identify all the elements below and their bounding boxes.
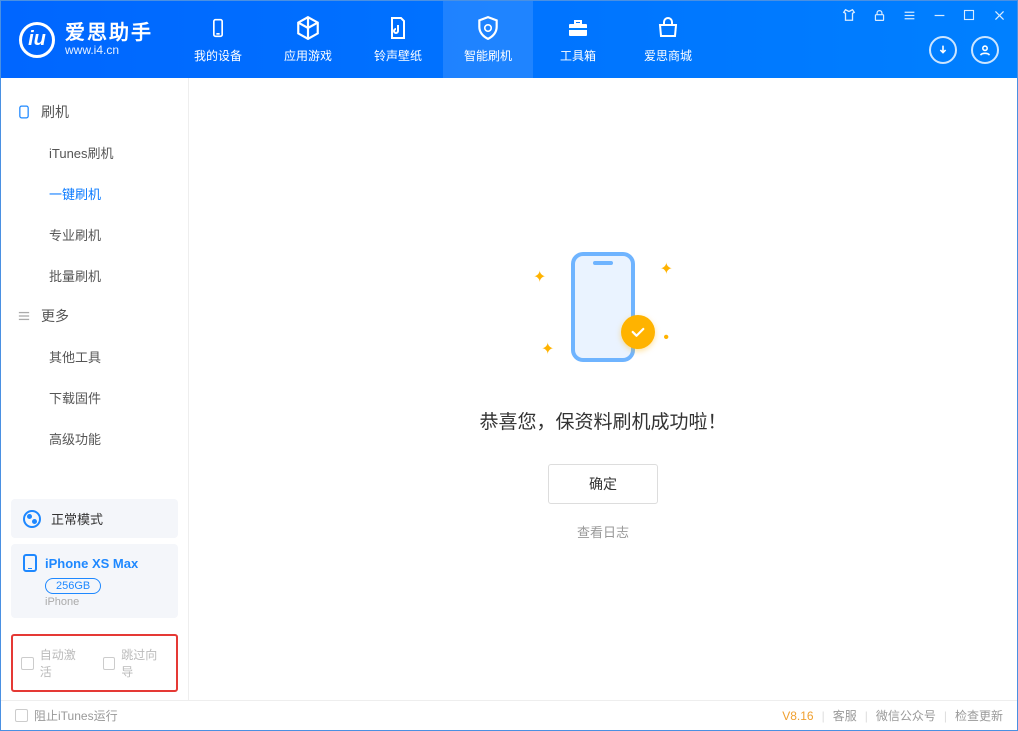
sidebar-item-oneclick-flash[interactable]: 一键刷机: [1, 173, 188, 214]
device-type: iPhone: [45, 596, 166, 608]
sidebar-item-pro-flash[interactable]: 专业刷机: [1, 214, 188, 255]
device-phone-icon: [23, 554, 37, 572]
nav-ringtone-wallpaper[interactable]: 铃声壁纸: [353, 1, 443, 78]
sidebar-item-batch-flash[interactable]: 批量刷机: [1, 255, 188, 296]
version-label: V8.16: [782, 709, 813, 723]
shirt-icon[interactable]: [841, 7, 857, 23]
list-icon: [17, 309, 31, 323]
phone-small-icon: [17, 105, 31, 119]
logo-icon: iu: [19, 22, 55, 58]
nav-smart-flash[interactable]: 智能刷机: [443, 1, 533, 78]
sparkle-icon: •: [663, 329, 669, 347]
mode-label: 正常模式: [51, 509, 103, 528]
lock-icon[interactable]: [871, 7, 887, 23]
sidebar-section-flash: 刷机: [1, 92, 188, 132]
main-content: ✦ ✦ ✦ • 恭喜您，保资料刷机成功啦！ 确定 查看日志: [189, 78, 1017, 700]
link-check-update[interactable]: 检查更新: [955, 707, 1003, 724]
app-url: www.i4.cn: [65, 44, 153, 57]
checkmark-badge-icon: [621, 315, 655, 349]
download-button[interactable]: [929, 36, 957, 64]
phone-illustration-icon: [571, 252, 635, 362]
titlebar: iu 爱思助手 www.i4.cn 我的设备 应用游戏 铃声壁纸 智能刷机 工具…: [1, 1, 1017, 78]
link-wechat[interactable]: 微信公众号: [876, 707, 936, 724]
sidebar-section-more: 更多: [1, 296, 188, 336]
sidebar-item-advanced[interactable]: 高级功能: [1, 418, 188, 459]
user-button[interactable]: [971, 36, 999, 64]
sidebar-item-download-firmware[interactable]: 下载固件: [1, 377, 188, 418]
device-icon: [205, 15, 231, 41]
sparkle-icon: ✦: [533, 267, 546, 287]
sparkle-icon: ✦: [660, 259, 673, 279]
checkbox-auto-activate[interactable]: 自动激活: [21, 646, 87, 680]
success-message: 恭喜您，保资料刷机成功啦！: [479, 407, 726, 434]
device-capacity: 256GB: [45, 578, 101, 594]
shield-refresh-icon: [475, 15, 501, 41]
statusbar: 阻止iTunes运行 V8.16 | 客服 | 微信公众号 | 检查更新: [1, 700, 1017, 730]
minimize-button[interactable]: [931, 7, 947, 23]
app-name: 爱思助手: [65, 22, 153, 44]
nav-apps-games[interactable]: 应用游戏: [263, 1, 353, 78]
cube-icon: [295, 15, 321, 41]
sidebar-item-itunes-flash[interactable]: iTunes刷机: [1, 132, 188, 173]
mode-box[interactable]: 正常模式: [11, 499, 178, 538]
checkbox-skip-guide[interactable]: 跳过向导: [103, 646, 169, 680]
sidebar-item-other-tools[interactable]: 其他工具: [1, 336, 188, 377]
nav-store[interactable]: 爱思商城: [623, 1, 713, 78]
window-controls: [841, 7, 1007, 23]
view-log-link[interactable]: 查看日志: [577, 522, 629, 541]
success-illustration: ✦ ✦ ✦ •: [533, 237, 673, 377]
close-button[interactable]: [991, 7, 1007, 23]
menu-icon[interactable]: [901, 7, 917, 23]
music-file-icon: [385, 15, 411, 41]
nav-my-device[interactable]: 我的设备: [173, 1, 263, 78]
maximize-button[interactable]: [961, 7, 977, 23]
sparkle-icon: ✦: [541, 339, 554, 359]
nav-toolbox[interactable]: 工具箱: [533, 1, 623, 78]
sidebar: 刷机 iTunes刷机 一键刷机 专业刷机 批量刷机 更多 其他工具 下载固件 …: [1, 78, 189, 700]
device-box[interactable]: iPhone XS Max 256GB iPhone: [11, 544, 178, 618]
link-support[interactable]: 客服: [833, 707, 857, 724]
checkbox-block-itunes[interactable]: 阻止iTunes运行: [15, 707, 118, 724]
main-nav: 我的设备 应用游戏 铃声壁纸 智能刷机 工具箱 爱思商城: [173, 1, 713, 78]
toolbox-icon: [565, 15, 591, 41]
mode-icon: [23, 510, 41, 528]
device-name: iPhone XS Max: [45, 556, 138, 571]
app-logo: iu 爱思助手 www.i4.cn: [1, 1, 173, 78]
highlighted-options: 自动激活 跳过向导: [11, 634, 178, 692]
ok-button[interactable]: 确定: [548, 464, 658, 504]
store-icon: [655, 15, 681, 41]
